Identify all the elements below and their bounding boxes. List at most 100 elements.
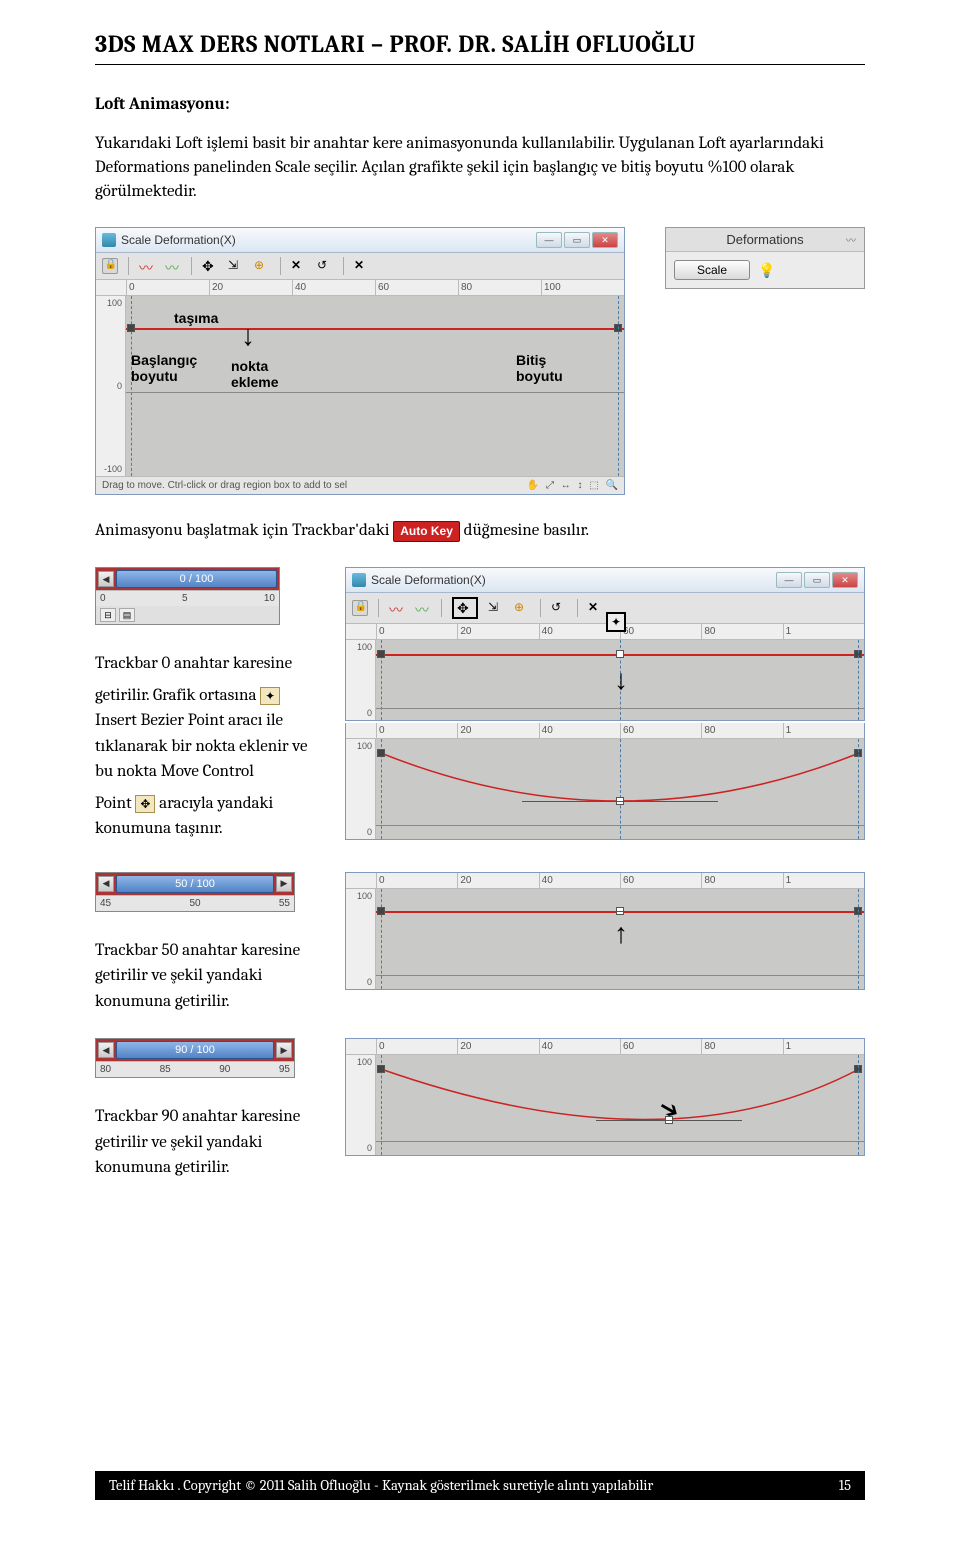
- zoom-icon[interactable]: 🔍: [606, 480, 618, 491]
- footer-page-number: 15: [839, 1477, 851, 1494]
- trackbar-0[interactable]: ◀ 0 / 100 0 5 10 ⊟ ▤: [95, 567, 280, 625]
- graph-area[interactable]: 100 0 -100 taşıma ↓ Başlangıç boyutu nok…: [96, 296, 624, 476]
- move-control-point-icon[interactable]: [457, 600, 473, 616]
- scale-control-point-icon[interactable]: [228, 258, 244, 274]
- pan-icon[interactable]: ✋: [527, 480, 539, 491]
- para-t50: Trackbar 50 anahtar karesine getirilir v…: [95, 938, 325, 1015]
- scale-deformation-window-2: Scale Deformation(X) — ▭ ✕: [345, 567, 865, 721]
- delete-point-icon[interactable]: [588, 600, 604, 616]
- control-point[interactable]: [616, 650, 624, 658]
- trackbar-key-icon[interactable]: ⊟: [100, 608, 116, 622]
- insert-bezier-point-icon[interactable]: ✦: [260, 687, 280, 705]
- trackbar-90[interactable]: ◀ 90 / 100 ▶ 80 85 90 95: [95, 1038, 295, 1078]
- para-t90: Trackbar 90 anahtar karesine getirilir v…: [95, 1104, 325, 1181]
- scale-deformation-window: Scale Deformation(X) — ▭ ✕: [95, 227, 625, 495]
- scale-button[interactable]: Scale: [674, 260, 750, 280]
- para-t0-b-pre: getirilir. Grafik ortasına: [95, 686, 260, 705]
- maximize-button[interactable]: ▭: [564, 232, 590, 248]
- maximize-button[interactable]: ▭: [804, 572, 830, 588]
- trackbar-slider[interactable]: 90 / 100: [116, 1041, 274, 1059]
- curve-x-icon[interactable]: [389, 600, 405, 616]
- trackbar-left-arrow[interactable]: ◀: [98, 571, 114, 587]
- zoom-ext-icon[interactable]: ⤢: [546, 480, 554, 491]
- lock-icon[interactable]: [352, 600, 368, 616]
- move-control-point-inline-icon[interactable]: ✥: [135, 795, 155, 813]
- control-point[interactable]: [377, 650, 385, 658]
- zoom-vert-icon[interactable]: ↕: [578, 480, 583, 491]
- graph-area[interactable]: 100 0 ✦ ↓: [346, 640, 864, 720]
- para-t0-b-post: Insert Bezier Point aracı ile tıklanarak…: [95, 708, 325, 785]
- insert-point-icon[interactable]: [514, 600, 530, 616]
- curve-y-icon[interactable]: [415, 600, 431, 616]
- trackbar-right-arrow[interactable]: ▶: [276, 876, 292, 892]
- zero-line: [126, 392, 624, 393]
- window-titlebar[interactable]: Scale Deformation(X) — ▭ ✕: [96, 228, 624, 253]
- trackbar-50[interactable]: ◀ 50 / 100 ▶ 45 50 55: [95, 872, 295, 912]
- tangent-handle[interactable]: [547, 911, 693, 912]
- graph-curve-frame0: 0 20 40 60 80 1 100 0: [345, 723, 865, 840]
- deformations-header[interactable]: Deformations: [666, 228, 864, 252]
- footer-text: Telif Hakkı . Copyright © 2011 Salih Ofl…: [109, 1477, 653, 1494]
- tick: 80: [458, 280, 541, 295]
- close-button[interactable]: ✕: [832, 572, 858, 588]
- insert-point-icon[interactable]: [254, 258, 270, 274]
- tick: 40: [292, 280, 375, 295]
- reset-curve-icon[interactable]: [317, 258, 333, 274]
- horizontal-ruler: 0 20 40 60 80 100: [96, 280, 624, 296]
- trackbar-slider[interactable]: 50 / 100: [116, 875, 274, 893]
- status-bar: Drag to move. Ctrl-click or drag region …: [96, 476, 624, 494]
- trackbar-left-arrow[interactable]: ◀: [98, 876, 114, 892]
- graph-area[interactable]: 100 0 ↓: [346, 889, 864, 989]
- control-point[interactable]: [854, 1065, 862, 1073]
- control-point[interactable]: [377, 907, 385, 915]
- tangent-handle[interactable]: [522, 801, 717, 802]
- close-button[interactable]: ✕: [592, 232, 618, 248]
- autokey-button[interactable]: Auto Key: [393, 521, 460, 542]
- tick: 20: [209, 280, 292, 295]
- bulb-icon[interactable]: 💡: [758, 262, 774, 278]
- control-point[interactable]: [854, 749, 862, 757]
- deformations-panel: Deformations Scale 💡: [665, 227, 865, 289]
- graph-area[interactable]: 100 0 ➔: [346, 1055, 864, 1155]
- trackbar-right-arrow[interactable]: ▶: [276, 1042, 292, 1058]
- delete-icon-2[interactable]: [354, 258, 370, 274]
- status-icons[interactable]: ✋ ⤢ ↔ ↕ ⬚ 🔍: [523, 480, 618, 491]
- arrow-icon: ↓: [614, 921, 628, 953]
- control-point-start[interactable]: [127, 324, 135, 332]
- curve-y-icon[interactable]: [165, 258, 181, 274]
- minimize-button[interactable]: —: [776, 572, 802, 588]
- graph-area[interactable]: 100 0: [346, 739, 864, 839]
- control-point[interactable]: [377, 1065, 385, 1073]
- anno-bitis: Bitiş boyutu: [516, 352, 563, 384]
- para-t0-c-pre: Point: [95, 794, 135, 813]
- page-header: 3DS MAX DERS NOTLARI – PROF. DR. SALİH O…: [95, 30, 865, 58]
- reset-curve-icon[interactable]: [551, 600, 567, 616]
- tick: 0: [126, 280, 209, 295]
- app-icon: [102, 233, 116, 247]
- arrow-icon: ↓: [614, 664, 628, 696]
- deform-toolbar: [96, 253, 624, 280]
- zoom-region-icon[interactable]: ⬚: [589, 480, 598, 491]
- graph-frame50: 0 20 40 60 80 1 100 0: [345, 872, 865, 990]
- autokey-paragraph: Animasyonu başlatmak için Trackbar'daki …: [95, 519, 865, 543]
- trackbar-left-arrow[interactable]: ◀: [98, 1042, 114, 1058]
- trackbar-slider[interactable]: 0 / 100: [116, 570, 277, 588]
- move-control-point-icon[interactable]: [202, 258, 218, 274]
- scale-control-point-icon[interactable]: [488, 600, 504, 616]
- control-point-end[interactable]: [614, 324, 622, 332]
- curve-line[interactable]: [126, 328, 624, 330]
- window-title: Scale Deformation(X): [371, 573, 486, 587]
- app-icon: [352, 573, 366, 587]
- control-point[interactable]: [854, 650, 862, 658]
- zoom-horiz-icon[interactable]: ↔: [561, 480, 571, 491]
- control-point[interactable]: [854, 907, 862, 915]
- header-rule: [95, 64, 865, 65]
- delete-point-icon[interactable]: [291, 258, 307, 274]
- minimize-button[interactable]: —: [536, 232, 562, 248]
- trackbar-ruler: 0 5 10: [96, 590, 279, 606]
- lock-icon[interactable]: [102, 258, 118, 274]
- curve-x-icon[interactable]: [139, 258, 155, 274]
- control-point[interactable]: [377, 749, 385, 757]
- trackbar-filter-icon[interactable]: ▤: [119, 608, 135, 622]
- insert-marker-icon: ✦: [606, 612, 626, 632]
